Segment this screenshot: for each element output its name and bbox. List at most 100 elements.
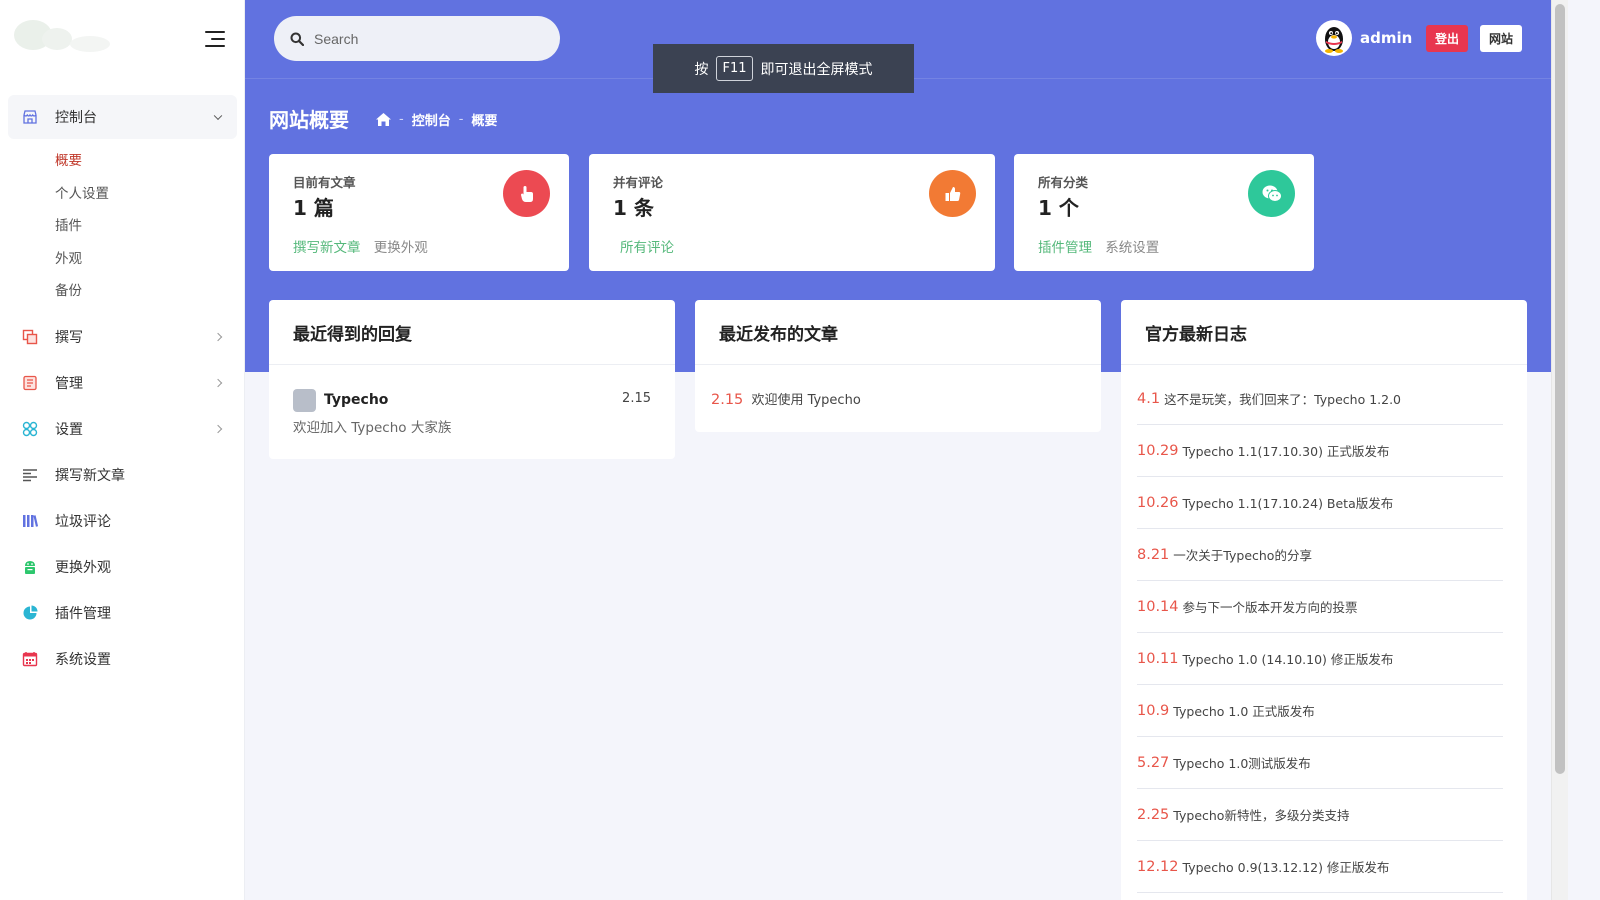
write-post-link[interactable]: 撰写新文章 [293,240,361,256]
log-item[interactable]: 10.9 Typecho 1.0 正式版发布 [1137,685,1503,737]
sidebar-item-plugins[interactable]: 插件管理 [8,590,237,636]
sidebar-item-system[interactable]: 系统设置 [8,636,237,682]
log-title[interactable]: 一次关于Typecho的分享 [1173,545,1312,564]
panel-recent-replies: 最近得到的回复 Typecho 2.15 欢迎加入 Typecho 大家族 [269,300,675,459]
sidebar-item-themes[interactable]: 更换外观 [8,544,237,590]
calendar-icon [22,651,38,667]
home-icon[interactable] [376,113,391,126]
stat-label: 所有分类 [1038,175,1089,190]
post-title[interactable]: 欢迎使用 Typecho [751,393,860,408]
subnav-item-backup[interactable]: 备份 [0,275,245,308]
logo[interactable] [12,14,112,62]
log-title[interactable]: Typecho 1.1(17.10.30) 正式版发布 [1183,441,1390,460]
align-left-icon [22,467,38,483]
post-item[interactable]: 2.15 欢迎使用 Typecho [711,389,861,408]
log-title[interactable]: Typecho 0.9(13.12.12) 修正版发布 [1183,857,1390,876]
logout-button[interactable]: 登出 [1426,25,1468,52]
sidebar-item-label: 控制台 [55,110,97,126]
all-comments-link[interactable]: 所有评论 [620,240,674,256]
search-input[interactable] [314,30,534,47]
log-list: 4.1 这不是玩笑，我们回来了：Typecho 1.2.0 10.29 Typech… [1137,373,1503,893]
library-icon [22,513,38,529]
sidebar-item-spam[interactable]: 垃圾评论 [8,498,237,544]
sidebar-nav: 控制台 概要 个人设置 插件 外观 备份 撰写 管理 设置 撰写新文章 垃圾评论… [0,95,245,682]
reply-date: 2.15 [622,391,651,406]
log-item[interactable]: 4.1 这不是玩笑，我们回来了：Typecho 1.2.0 [1137,373,1503,425]
log-title[interactable]: Typecho 1.0 (14.10.10) 修正版发布 [1183,649,1394,668]
sidebar-item-settings[interactable]: 设置 [8,406,237,452]
log-date: 10.9 [1137,702,1170,719]
stat-card-comments: 并有评论 1 条 所有评论 [589,154,995,271]
sidebar-item-label: 更换外观 [55,559,111,576]
page-scrollbar[interactable] [1551,0,1568,900]
panel-title: 官方最新日志 [1121,300,1527,365]
breadcrumb: - 控制台 - 概要 [376,110,497,129]
log-item[interactable]: 5.27 Typecho 1.0测试版发布 [1137,737,1503,789]
avatar[interactable] [1316,20,1352,56]
menu-toggle-icon[interactable] [205,31,225,47]
sidebar-item-label: 插件管理 [55,605,111,622]
stat-label: 并有评论 [613,175,664,190]
sidebar-item-label: 管理 [55,375,83,392]
sidebar-item-new-post[interactable]: 撰写新文章 [8,452,237,498]
change-theme-link[interactable]: 更换外观 [374,240,428,256]
log-item[interactable]: 10.11 Typecho 1.0 (14.10.10) 修正版发布 [1137,633,1503,685]
log-date: 8.21 [1137,546,1170,563]
stat-label: 目前有文章 [293,175,356,190]
sidebar-item-label: 撰写新文章 [55,467,125,484]
log-item[interactable]: 10.26 Typecho 1.1(17.10.24) Beta版发布 [1137,477,1503,529]
log-date: 10.29 [1137,442,1179,459]
log-date: 10.26 [1137,494,1179,511]
log-title[interactable]: Typecho 1.1(17.10.24) Beta版发布 [1183,493,1394,512]
sidebar-item-manage[interactable]: 管理 [8,360,237,406]
thumbs-up-icon [929,170,976,217]
sidebar-item-write[interactable]: 撰写 [8,314,237,360]
log-item[interactable]: 10.29 Typecho 1.1(17.10.30) 正式版发布 [1137,425,1503,477]
username[interactable]: admin [1360,29,1412,47]
chevron-right-icon [213,424,223,433]
log-item[interactable]: 8.21 一次关于Typecho的分享 [1137,529,1503,581]
search-box[interactable] [274,16,560,61]
log-item[interactable]: 10.14 参与下一个版本开发方向的投票 [1137,581,1503,633]
stat-value: 1 篇 [293,196,334,220]
apps-icon [22,421,38,437]
panel-recent-posts: 最近发布的文章 2.15 欢迎使用 Typecho [695,300,1101,432]
subnav-item-overview[interactable]: 概要 [0,145,245,178]
breadcrumb-separator: - [399,112,404,127]
log-item[interactable]: 12.12 Typecho 0.9(13.12.12) 修正版发布 [1137,841,1503,893]
wechat-icon [1248,170,1295,217]
log-title[interactable]: Typecho 1.0 正式版发布 [1173,701,1314,720]
reply-author[interactable]: Typecho [324,392,388,408]
pie-chart-icon [22,605,38,621]
log-item[interactable]: 2.25 Typecho新特性，多级分类支持 [1137,789,1503,841]
stat-value: 1 个 [1038,196,1079,220]
chevron-down-icon [213,111,223,121]
plugin-manage-link[interactable]: 插件管理 [1038,240,1092,256]
log-date: 5.27 [1137,754,1170,771]
stat-card-posts: 目前有文章 1 篇 撰写新文章 更换外观 [269,154,569,271]
system-settings-link[interactable]: 系统设置 [1105,240,1159,256]
subnav-item-themes[interactable]: 外观 [0,243,245,276]
log-date: 10.14 [1137,598,1179,615]
breadcrumb-dashboard[interactable]: 控制台 [412,110,451,129]
commenter-avatar [293,389,316,412]
reply-text[interactable]: 欢迎加入 Typecho 大家族 [293,416,451,436]
store-icon [22,109,38,125]
log-title[interactable]: Typecho 1.0测试版发布 [1173,753,1311,772]
subnav-item-profile[interactable]: 个人设置 [0,178,245,211]
sidebar-item-dashboard[interactable]: 控制台 [8,95,237,139]
log-title[interactable]: 这不是玩笑，我们回来了：Typecho 1.2.0 [1164,389,1401,408]
post-date: 2.15 [711,392,744,408]
stat-links: 撰写新文章 更换外观 [293,236,437,256]
site-button[interactable]: 网站 [1480,25,1522,52]
subnav-item-plugins[interactable]: 插件 [0,210,245,243]
stat-links: 插件管理 系统设置 [1038,236,1168,256]
breadcrumb-separator: - [458,112,464,127]
scrollbar-thumb[interactable] [1555,4,1565,774]
hand-pointer-icon [503,170,550,217]
list-box-icon [22,375,38,391]
user-menu[interactable]: admin [1316,20,1412,56]
search-icon [290,32,304,46]
log-title[interactable]: 参与下一个版本开发方向的投票 [1183,597,1358,616]
log-title[interactable]: Typecho新特性，多级分类支持 [1173,805,1349,824]
